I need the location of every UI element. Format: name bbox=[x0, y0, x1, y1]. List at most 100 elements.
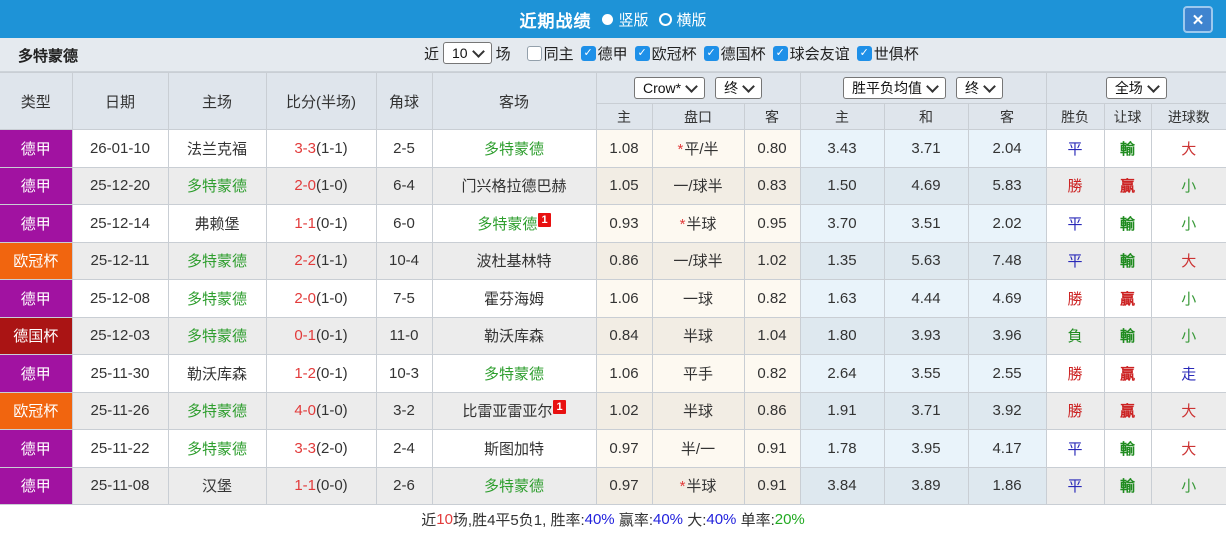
cell-corners: 6-4 bbox=[375, 166, 433, 205]
radio-selected-icon bbox=[602, 13, 614, 25]
footer-stat-segment: 10 bbox=[436, 511, 453, 528]
cell-avg-home: 3.84 bbox=[799, 466, 885, 505]
cell-away-team: 比雷亚雷亚尔 1 bbox=[431, 391, 597, 430]
asterisk-marker: * bbox=[677, 140, 684, 158]
competition-badge: 欧冠杯 bbox=[0, 241, 73, 280]
cell-handicap-result: 贏 bbox=[1103, 279, 1152, 318]
checkbox-checked-icon[interactable]: ✓ bbox=[703, 45, 719, 61]
cell-odds-home: 1.08 bbox=[595, 129, 653, 168]
cell-handicap: 半球 bbox=[651, 391, 745, 430]
col-header-away: 客场 bbox=[431, 72, 597, 130]
cell-odds-home: 0.97 bbox=[595, 466, 653, 505]
fulltime-score: 4-0 bbox=[294, 402, 316, 420]
col-header-date: 日期 bbox=[71, 72, 169, 130]
select-value: 终 bbox=[724, 80, 739, 96]
cell-date: 25-12-14 bbox=[71, 204, 169, 243]
checkbox-checked-icon[interactable]: ✓ bbox=[634, 45, 650, 61]
fulltime-score: 0-1 bbox=[294, 327, 316, 345]
team-name: 多特蒙德 bbox=[18, 48, 79, 65]
checkbox-checked-icon[interactable]: ✓ bbox=[580, 45, 596, 61]
cell-handicap: 平手 bbox=[651, 354, 745, 393]
filter-checkbox-item[interactable]: ✓ 德国杯 bbox=[703, 43, 766, 64]
cell-date: 25-11-30 bbox=[71, 354, 169, 393]
filter-checkbox-item[interactable]: ✓ 球会友谊 bbox=[772, 43, 850, 64]
team-name-text: 多特蒙德 bbox=[186, 440, 247, 458]
table-row: 欧冠杯 25-12-11 多特蒙德 2-2(1-1) 10-4 波杜基林特 0.86 一/球半… bbox=[0, 241, 1226, 280]
table-row: 欧冠杯 25-11-26 多特蒙德 4-0(1-0) 3-2 比雷亚雷亚尔 1 1.02 半球 0… bbox=[0, 391, 1226, 430]
cell-odds-away: 1.02 bbox=[743, 241, 801, 280]
cell-handicap-result: 贏 bbox=[1103, 391, 1152, 430]
cell-odds-away: 0.82 bbox=[743, 279, 801, 318]
cell-handicap: *平/半 bbox=[651, 129, 745, 168]
team-name-text: 多特蒙德 bbox=[483, 478, 544, 496]
sub-header-handicap: 盘口 bbox=[651, 103, 745, 130]
cell-odds-away: 1.04 bbox=[743, 316, 801, 355]
cell-avg-draw: 3.51 bbox=[883, 204, 969, 243]
halftime-score: (0-1) bbox=[316, 214, 348, 232]
filter-checkbox-item[interactable]: ✓ 欧冠杯 bbox=[634, 43, 697, 64]
chevron-down-icon bbox=[742, 79, 755, 93]
footer-stat-segment: 40% bbox=[584, 511, 615, 528]
close-icon: ✕ bbox=[1191, 11, 1205, 29]
team-name-text: 弗赖堡 bbox=[194, 215, 240, 233]
cell-avg-draw: 3.71 bbox=[883, 129, 969, 168]
cell-avg-draw: 3.95 bbox=[883, 429, 969, 468]
fulltime-score: 3-3 bbox=[294, 439, 316, 457]
fulltime-score: 1-1 bbox=[294, 477, 316, 495]
cell-handicap-result: 贏 bbox=[1103, 166, 1152, 205]
radio-label: 竖版 bbox=[618, 11, 649, 29]
team-name-text: 汉堡 bbox=[201, 478, 232, 496]
cell-handicap: 半球 bbox=[651, 316, 745, 355]
avg-odds-select[interactable]: 胜平负均值 bbox=[843, 77, 947, 99]
cell-avg-home: 1.50 bbox=[799, 166, 885, 205]
checkbox-checked-icon[interactable]: ✓ bbox=[772, 45, 788, 61]
odds-stage-select[interactable]: 终 bbox=[715, 77, 763, 99]
view-mode-radio[interactable]: 横版 bbox=[658, 9, 707, 30]
cell-handicap-result: 輸 bbox=[1103, 429, 1152, 468]
cell-date: 25-11-08 bbox=[71, 466, 169, 505]
cell-avg-home: 1.63 bbox=[799, 279, 885, 318]
cell-result: 負 bbox=[1045, 316, 1105, 355]
checkbox-unchecked-icon[interactable] bbox=[526, 45, 542, 61]
filter-checkbox-item[interactable]: ✓ 德甲 bbox=[580, 43, 628, 64]
cell-handicap-result: 贏 bbox=[1103, 354, 1152, 393]
halftime-score: (1-0) bbox=[316, 402, 348, 420]
close-button[interactable]: ✕ bbox=[1183, 6, 1213, 33]
cell-goals-result: 小 bbox=[1150, 316, 1226, 355]
cell-date: 25-12-20 bbox=[71, 166, 169, 205]
filter-checkbox-item[interactable]: 同主 bbox=[526, 43, 574, 64]
checkbox-label: 世俱杯 bbox=[873, 45, 919, 63]
card-count-badge: 1 bbox=[538, 212, 551, 227]
competition-badge: 德甲 bbox=[0, 129, 73, 168]
halftime-score: (1-0) bbox=[316, 177, 348, 195]
title-group: 近期战绩 竖版 横版 bbox=[519, 7, 706, 32]
cell-odds-home: 1.06 bbox=[595, 354, 653, 393]
halftime-score: (1-1) bbox=[316, 139, 348, 157]
fulltime-score: 2-0 bbox=[294, 289, 316, 307]
recent-prefix-label: 近 bbox=[424, 45, 440, 63]
cell-score: 4-0(1-0) bbox=[265, 391, 377, 430]
view-mode-radio[interactable]: 竖版 bbox=[602, 9, 649, 30]
odds-source-select[interactable]: Crow* bbox=[633, 77, 706, 99]
select-value: Crow* bbox=[642, 80, 682, 96]
halftime-score: (0-1) bbox=[316, 327, 348, 345]
filter-checkbox-item[interactable]: ✓ 世俱杯 bbox=[856, 43, 919, 64]
cell-goals-result: 小 bbox=[1150, 279, 1226, 318]
cell-result: 勝 bbox=[1045, 391, 1105, 430]
checkbox-checked-icon[interactable]: ✓ bbox=[856, 45, 872, 61]
cell-avg-home: 2.64 bbox=[799, 354, 885, 393]
avg-stage-select[interactable]: 终 bbox=[956, 77, 1004, 99]
cell-odds-home: 0.86 bbox=[595, 241, 653, 280]
cell-handicap: 一球 bbox=[651, 279, 745, 318]
cell-score: 1-1(0-0) bbox=[265, 466, 377, 505]
recent-count-select[interactable]: 10 bbox=[443, 42, 492, 64]
table-row: 德甲 26-01-10 法兰克福 3-3(1-1) 2-5 多特蒙德 1.08 *平/半 0.8… bbox=[0, 129, 1226, 168]
cell-result: 勝 bbox=[1045, 354, 1105, 393]
checkbox-label: 同主 bbox=[543, 45, 574, 63]
cell-result: 勝 bbox=[1045, 166, 1105, 205]
col-header-score: 比分(半场) bbox=[265, 72, 377, 130]
fulltime-score: 2-2 bbox=[294, 252, 316, 270]
select-value: 终 bbox=[965, 80, 980, 96]
footer-stat-segment: 场,胜4平5负1, 胜率: bbox=[452, 512, 585, 529]
result-scope-select[interactable]: 全场 bbox=[1105, 77, 1167, 99]
